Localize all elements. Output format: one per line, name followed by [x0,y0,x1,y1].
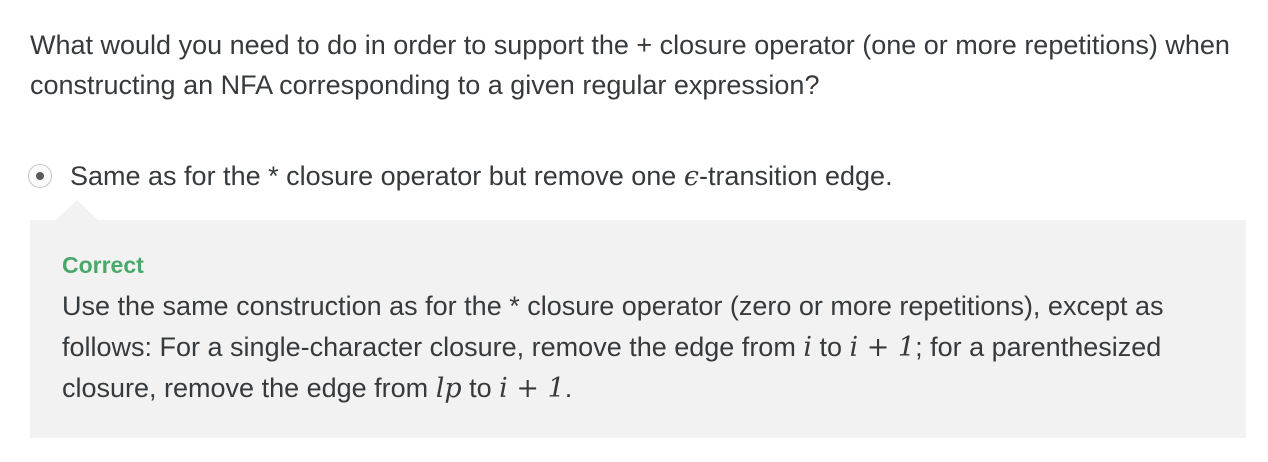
radio-selected-dot [36,172,44,180]
feedback-title: Correct [62,252,144,278]
epsilon-symbol: ϵ [683,160,699,192]
math-var-lp: lp [435,373,462,404]
math-expr-i-plus-1: i + 1 [849,332,916,363]
feedback-text-2: to [811,332,850,362]
feedback-pointer [56,200,98,220]
option-text-after: -transition edge. [698,160,893,191]
feedback-text-5: . [564,373,573,403]
feedback-text-4: to [461,373,500,403]
question-text: What would you need to do in order to su… [30,30,1230,100]
answer-option-label[interactable]: Same as for the * closure operator but r… [70,156,893,197]
feedback-body: Use the same construction as for the * c… [62,286,1214,409]
radio-button[interactable] [28,164,52,188]
math-var-i: i [803,332,812,363]
math-expr-i-plus-1: i + 1 [499,373,565,404]
option-text-before: Same as for the * closure operator but r… [70,160,684,191]
feedback-panel: Correct Use the same construction as for… [30,220,1246,438]
answer-option[interactable]: Same as for the * closure operator but r… [28,156,1228,196]
